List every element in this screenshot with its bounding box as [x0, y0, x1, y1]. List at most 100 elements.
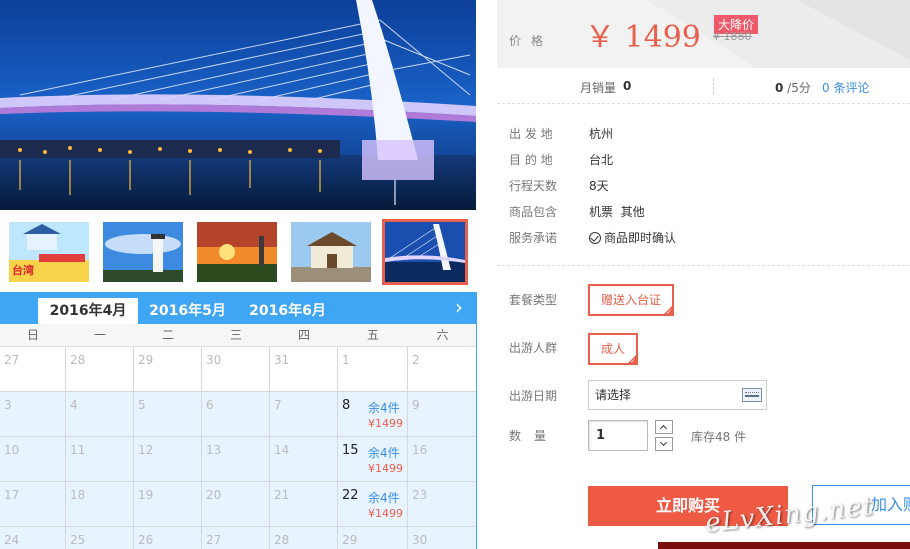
weekday-label: 三 — [229, 328, 242, 342]
thumbnail-2[interactable] — [103, 222, 183, 282]
calendar-day: 20 — [202, 482, 270, 527]
promo-title: 台湾 — [12, 263, 34, 277]
day-number: 17 — [4, 488, 20, 502]
calendar-day: 27 — [0, 347, 66, 392]
crowd-option[interactable]: 成人 — [588, 333, 639, 366]
day-number: 21 — [274, 488, 290, 502]
original-price: ¥ 1880 — [713, 30, 752, 43]
calendar-day: 5 — [134, 392, 202, 437]
detail-value: 杭州 — [589, 127, 614, 141]
day-number: 29 — [342, 533, 358, 547]
promise-text: 商品即时确认 — [604, 231, 677, 245]
separator — [713, 78, 714, 94]
crowd-label: 出游人群 — [509, 341, 558, 355]
taiwan-promo-thumbnail: 台湾 — [9, 222, 89, 282]
calendar-day[interactable]: 8 余4件 ¥1499 — [338, 392, 408, 437]
calendar-icon[interactable] — [742, 388, 762, 402]
day-number: 27 — [206, 533, 222, 547]
current-price: ￥ 1499 — [585, 20, 701, 55]
day-price: ¥1499 — [368, 462, 403, 475]
detail-value: 台北 — [589, 153, 614, 167]
calendar-day: 4 — [66, 392, 134, 437]
harbor-bridge-night-photo — [0, 0, 476, 210]
calendar-header: 2016年4月 2016年5月 2016年6月 › — [0, 292, 476, 324]
price-calendar: 2016年4月 2016年5月 2016年6月 › 日一二三四五六 27 28 29… — [0, 292, 477, 549]
calendar-day: 24 — [0, 527, 66, 549]
tab-month-2[interactable]: 2016年5月 — [145, 298, 230, 324]
day-number: 13 — [206, 443, 222, 457]
detail-label: 商品包含 — [509, 205, 558, 219]
calendar-day: 25 — [66, 527, 134, 549]
date-label: 出游日期 — [509, 389, 558, 403]
chevron-right-icon[interactable]: › — [449, 295, 469, 319]
weekday-label: 六 — [436, 328, 449, 342]
thumbnail-4[interactable] — [291, 222, 371, 282]
hero-image[interactable] — [0, 0, 476, 210]
day-stock: 余4件 — [368, 446, 400, 460]
calendar-day: 6 — [202, 392, 270, 437]
sales-summary: 月销量 0 0 /5分 0 条评论 — [497, 68, 910, 104]
calendar-day: 3 — [0, 392, 66, 437]
calendar-day: 28 — [66, 347, 134, 392]
calendar-day: 19 — [134, 482, 202, 527]
day-stock: 余4件 — [368, 491, 400, 505]
calendar-day: 18 — [66, 482, 134, 527]
package-option[interactable]: 赠送入台证 — [588, 284, 675, 317]
day-number: 18 — [70, 488, 86, 502]
day-number: 23 — [412, 488, 428, 502]
day-stock: 余4件 — [368, 401, 400, 415]
lighthouse-thumbnail — [103, 222, 183, 282]
tab-month-1[interactable]: 2016年4月 — [38, 298, 138, 324]
calendar-day: 30 — [408, 527, 476, 549]
day-number: 26 — [138, 533, 154, 547]
day-number: 31 — [274, 353, 290, 367]
weekday-label: 四 — [297, 328, 310, 342]
calendar-day: 28 — [270, 527, 338, 549]
day-number: 5 — [138, 398, 146, 412]
detail-value: 机票 其他 — [589, 205, 645, 219]
day-price: ¥1499 — [368, 507, 403, 520]
day-number: 27 — [4, 353, 20, 367]
bottom-strip — [658, 542, 910, 549]
calendar-day: 2 — [408, 347, 476, 392]
day-number: 8 — [342, 398, 351, 413]
palace-thumbnail — [291, 222, 371, 282]
tab-month-3[interactable]: 2016年6月 — [245, 298, 330, 324]
thumbnail-5[interactable] — [382, 219, 468, 285]
day-number: 19 — [138, 488, 154, 502]
thumbnail-1[interactable]: 台湾 — [9, 222, 89, 282]
quantity-input[interactable]: 1 — [588, 420, 648, 451]
calendar-day: 16 — [408, 437, 476, 482]
calendar-day: 11 — [66, 437, 134, 482]
day-number: 1 — [342, 353, 350, 367]
section-divider — [497, 265, 910, 266]
date-placeholder: 请选择 — [595, 388, 632, 402]
day-number: 10 — [4, 443, 20, 457]
stock-total: 库存48 件 — [691, 430, 747, 444]
calendar-day: 13 — [202, 437, 270, 482]
day-number: 16 — [412, 443, 428, 457]
day-number: 22 — [342, 488, 359, 503]
day-number: 4 — [70, 398, 78, 412]
check-circle-icon — [589, 232, 601, 244]
day-number: 20 — [206, 488, 222, 502]
calendar-day[interactable]: 22 余4件 ¥1499 — [338, 482, 408, 527]
calendar-day: 23 — [408, 482, 476, 527]
quantity-decrease-button[interactable] — [655, 437, 673, 451]
weekday-label: 一 — [93, 328, 106, 342]
quantity-increase-button[interactable] — [655, 420, 673, 434]
thumbnail-strip: 台湾 — [0, 210, 476, 292]
day-number: 9 — [412, 398, 420, 412]
calendar-day[interactable]: 15 余4件 ¥1499 — [338, 437, 408, 482]
day-number: 25 — [70, 533, 86, 547]
detail-label: 出 发 地 — [509, 127, 553, 141]
travel-date-input[interactable]: 请选择 — [588, 380, 767, 410]
day-number: 7 — [274, 398, 282, 412]
detail-label: 行程天数 — [509, 179, 558, 193]
reviews-link[interactable]: 0 条评论 — [822, 79, 869, 96]
calendar-day: 27 — [202, 527, 270, 549]
thumbnail-3[interactable] — [197, 222, 277, 282]
day-number: 28 — [274, 533, 290, 547]
day-number: 14 — [274, 443, 290, 457]
calendar-day: 21 — [270, 482, 338, 527]
